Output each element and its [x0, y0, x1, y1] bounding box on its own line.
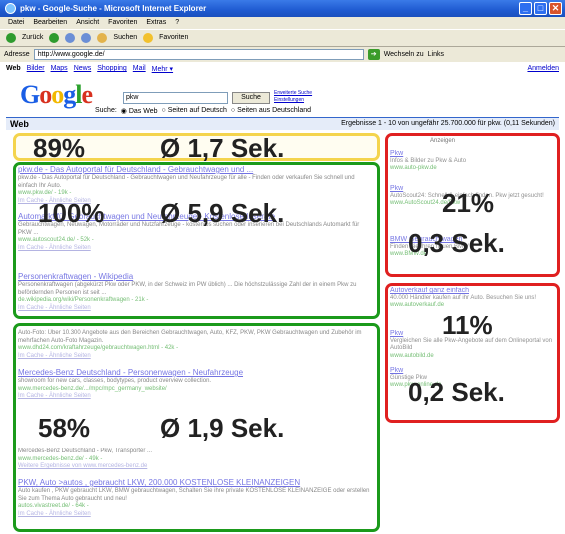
search-scope-radios: Suche: ◉ Das Web ○ Seiten auf Deutsch ○ … — [95, 107, 311, 115]
advanced-search-links[interactable]: Erweiterte Suche Einstellungen — [274, 90, 312, 104]
login-link[interactable]: Anmelden — [527, 65, 559, 73]
radio-seiten-deutschland[interactable]: ○ Seiten aus Deutschland — [231, 107, 311, 115]
results-header: Web Ergebnisse 1 - 10 von ungefähr 25.70… — [6, 117, 559, 130]
nav-web[interactable]: Web — [6, 65, 21, 73]
forward-arrow-icon[interactable] — [49, 33, 60, 43]
address-bar: Adresse http://www.google.de/ ➔ Wechseln… — [0, 47, 565, 62]
window-title: pkw - Google-Suche - Microsoft Internet … — [20, 4, 207, 13]
home-icon[interactable] — [97, 33, 108, 43]
metric-side-ads-bottom-time: 0,2 Sek. — [408, 377, 505, 407]
search-toolbar-button[interactable]: Suchen — [113, 30, 137, 46]
metric-organic-bottom-time: Ø 1,9 Sek. — [160, 413, 285, 443]
nav-bilder[interactable]: Bilder — [27, 65, 45, 73]
metric-top-ads-time: Ø 1,7 Sek. — [160, 133, 285, 163]
back-button[interactable]: Zurück — [22, 30, 43, 46]
links-label[interactable]: Links — [428, 47, 444, 62]
address-input[interactable]: http://www.google.de/ — [33, 49, 364, 60]
address-label: Adresse — [4, 51, 30, 58]
nav-mail[interactable]: Mail — [133, 65, 146, 73]
refresh-icon[interactable] — [81, 33, 92, 43]
window-titlebar: pkw - Google-Suche - Microsoft Internet … — [0, 0, 565, 17]
metric-side-ads-top-percent: 21% — [442, 188, 495, 218]
metric-top-ads-percent: 89% — [33, 133, 86, 163]
nav-news[interactable]: News — [74, 65, 92, 73]
menu-datei[interactable]: Datei — [8, 17, 24, 29]
metric-side-ads-bottom-percent: 11% — [442, 310, 493, 340]
go-button[interactable]: Wechseln zu — [384, 47, 424, 62]
nav-shopping[interactable]: Shopping — [97, 65, 127, 73]
go-arrow-icon[interactable]: ➔ — [367, 49, 380, 60]
search-input[interactable]: pkw — [123, 92, 228, 104]
advanced-search-link[interactable]: Erweiterte Suche — [274, 90, 312, 97]
radio-das-web[interactable]: ◉ Das Web — [121, 107, 158, 115]
radio-seiten-deutsch[interactable]: ○ Seiten auf Deutsch — [162, 107, 227, 115]
back-arrow-icon[interactable] — [6, 33, 16, 43]
google-nav: Web Bilder Maps News Shopping Mail Mehr … — [6, 65, 559, 73]
close-button[interactable]: ✕ — [549, 2, 562, 15]
metric-side-ads-top-time: 0,3 Sek. — [408, 228, 505, 258]
metric-organic-top-time: Ø 5,9 Sek. — [160, 198, 285, 228]
favorites-toolbar-button[interactable]: Favoriten — [159, 30, 188, 46]
google-logo[interactable]: Google — [20, 80, 93, 110]
toolbar: Zurück Suchen Favoriten — [0, 29, 565, 47]
metric-organic-top-percent: 100% — [38, 198, 105, 228]
menu-extras[interactable]: Extras — [146, 17, 166, 29]
zone-organic-top — [13, 162, 380, 319]
nav-more[interactable]: Mehr ▾ — [152, 65, 173, 73]
stop-icon[interactable] — [65, 33, 76, 43]
menu-ansicht[interactable]: Ansicht — [76, 17, 99, 29]
menu-bar: Datei Bearbeiten Ansicht Favoriten Extra… — [0, 17, 565, 29]
preferences-link[interactable]: Einstellungen — [274, 97, 312, 104]
favorites-star-icon[interactable] — [143, 33, 154, 43]
search-button[interactable]: Suche — [232, 92, 270, 104]
menu-bearbeiten[interactable]: Bearbeiten — [33, 17, 67, 29]
maximize-button[interactable]: □ — [534, 2, 547, 15]
internet-explorer-icon — [5, 3, 16, 14]
radio-label: Suche: — [95, 107, 117, 114]
results-stats: Ergebnisse 1 - 10 von ungefähr 25.700.00… — [341, 120, 555, 127]
metric-organic-bottom-percent: 58% — [38, 413, 91, 443]
web-label: Web — [10, 119, 29, 129]
minimize-button[interactable]: _ — [519, 2, 532, 15]
menu-favoriten[interactable]: Favoriten — [108, 17, 137, 29]
menu-help[interactable]: ? — [175, 17, 179, 29]
nav-maps[interactable]: Maps — [51, 65, 68, 73]
